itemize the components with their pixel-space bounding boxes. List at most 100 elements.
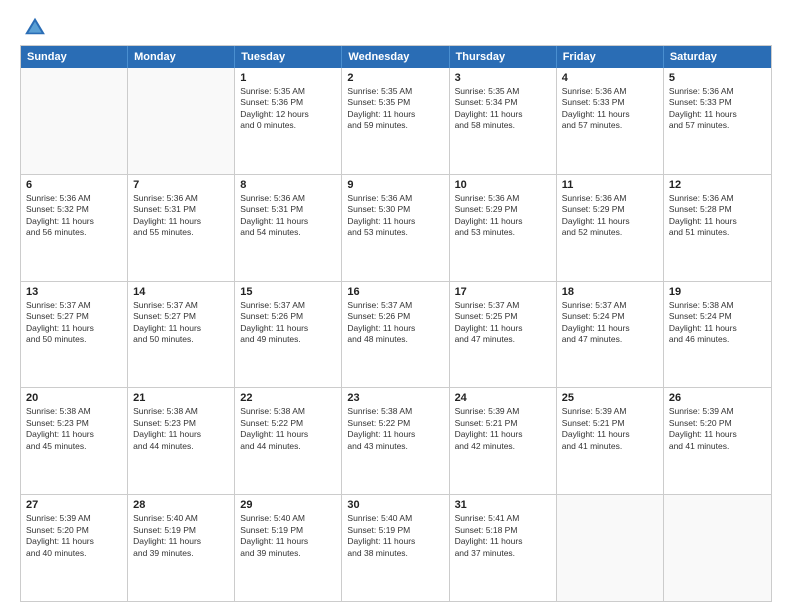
day-number: 28 xyxy=(133,499,229,511)
week-row-0: 1 Sunrise: 5:35 AM Sunset: 5:36 PM Daylig… xyxy=(21,68,771,174)
day-cell-26: 26Sunrise: 5:39 AM Sunset: 5:20 PM Dayli… xyxy=(664,388,771,494)
day-cell-12: 12Sunrise: 5:36 AM Sunset: 5:28 PM Dayli… xyxy=(664,175,771,281)
day-number: 27 xyxy=(26,499,122,511)
day-number: 3 xyxy=(455,72,551,84)
day-cell-23: 23Sunrise: 5:38 AM Sunset: 5:22 PM Dayli… xyxy=(342,388,449,494)
day-cell-5: 5 Sunrise: 5:36 AM Sunset: 5:33 PM Daylig… xyxy=(664,68,771,174)
day-number: 16 xyxy=(347,286,443,298)
week-row-3: 20 Sunrise: 5:38 AM Sunset: 5:23 PM Dayli… xyxy=(21,387,771,494)
day-cell-20: 20 Sunrise: 5:38 AM Sunset: 5:23 PM Dayli… xyxy=(21,388,128,494)
header-day-friday: Friday xyxy=(557,46,664,68)
page: SundayMondayTuesdayWednesdayThursdayFrid… xyxy=(0,0,792,612)
empty-cell xyxy=(664,495,771,601)
day-cell-19: 19Sunrise: 5:38 AM Sunset: 5:24 PM Dayli… xyxy=(664,282,771,388)
day-cell-22: 22Sunrise: 5:38 AM Sunset: 5:22 PM Dayli… xyxy=(235,388,342,494)
day-cell-2: 2Sunrise: 5:35 AM Sunset: 5:35 PM Daylig… xyxy=(342,68,449,174)
day-number: 30 xyxy=(347,499,443,511)
day-info: Sunrise: 5:37 AM Sunset: 5:26 PM Dayligh… xyxy=(347,300,443,346)
empty-cell xyxy=(128,68,235,174)
day-number: 13 xyxy=(26,286,122,298)
day-cell-14: 14 Sunrise: 5:37 AM Sunset: 5:27 PM Dayli… xyxy=(128,282,235,388)
day-cell-28: 28 Sunrise: 5:40 AM Sunset: 5:19 PM Dayli… xyxy=(128,495,235,601)
day-number: 26 xyxy=(669,392,766,404)
day-info: Sunrise: 5:39 AM Sunset: 5:20 PM Dayligh… xyxy=(26,513,122,559)
day-number: 1 xyxy=(240,72,336,84)
header xyxy=(20,15,772,37)
calendar-body: 1 Sunrise: 5:35 AM Sunset: 5:36 PM Daylig… xyxy=(21,68,771,601)
day-info: Sunrise: 5:35 AM Sunset: 5:36 PM Dayligh… xyxy=(240,86,336,132)
day-number: 18 xyxy=(562,286,658,298)
day-info: Sunrise: 5:37 AM Sunset: 5:24 PM Dayligh… xyxy=(562,300,658,346)
day-number: 14 xyxy=(133,286,229,298)
day-info: Sunrise: 5:40 AM Sunset: 5:19 PM Dayligh… xyxy=(133,513,229,559)
day-info: Sunrise: 5:39 AM Sunset: 5:21 PM Dayligh… xyxy=(455,406,551,452)
day-cell-3: 3 Sunrise: 5:35 AM Sunset: 5:34 PM Daylig… xyxy=(450,68,557,174)
day-number: 29 xyxy=(240,499,336,511)
day-number: 19 xyxy=(669,286,766,298)
day-cell-11: 11 Sunrise: 5:36 AM Sunset: 5:29 PM Dayli… xyxy=(557,175,664,281)
day-info: Sunrise: 5:36 AM Sunset: 5:33 PM Dayligh… xyxy=(562,86,658,132)
day-cell-30: 30 Sunrise: 5:40 AM Sunset: 5:19 PM Dayli… xyxy=(342,495,449,601)
day-info: Sunrise: 5:35 AM Sunset: 5:34 PM Dayligh… xyxy=(455,86,551,132)
day-cell-9: 9 Sunrise: 5:36 AM Sunset: 5:30 PM Daylig… xyxy=(342,175,449,281)
day-info: Sunrise: 5:36 AM Sunset: 5:31 PM Dayligh… xyxy=(240,193,336,239)
day-info: Sunrise: 5:37 AM Sunset: 5:26 PM Dayligh… xyxy=(240,300,336,346)
day-info: Sunrise: 5:40 AM Sunset: 5:19 PM Dayligh… xyxy=(347,513,443,559)
day-info: Sunrise: 5:37 AM Sunset: 5:27 PM Dayligh… xyxy=(133,300,229,346)
day-cell-10: 10Sunrise: 5:36 AM Sunset: 5:29 PM Dayli… xyxy=(450,175,557,281)
day-cell-15: 15 Sunrise: 5:37 AM Sunset: 5:26 PM Dayli… xyxy=(235,282,342,388)
day-cell-13: 13 Sunrise: 5:37 AM Sunset: 5:27 PM Dayli… xyxy=(21,282,128,388)
day-cell-29: 29 Sunrise: 5:40 AM Sunset: 5:19 PM Dayli… xyxy=(235,495,342,601)
day-number: 5 xyxy=(669,72,766,84)
day-info: Sunrise: 5:36 AM Sunset: 5:31 PM Dayligh… xyxy=(133,193,229,239)
day-cell-27: 27 Sunrise: 5:39 AM Sunset: 5:20 PM Dayli… xyxy=(21,495,128,601)
day-info: Sunrise: 5:35 AM Sunset: 5:35 PM Dayligh… xyxy=(347,86,443,132)
day-number: 11 xyxy=(562,179,658,191)
day-cell-18: 18 Sunrise: 5:37 AM Sunset: 5:24 PM Dayli… xyxy=(557,282,664,388)
day-info: Sunrise: 5:36 AM Sunset: 5:29 PM Dayligh… xyxy=(455,193,551,239)
day-number: 9 xyxy=(347,179,443,191)
day-number: 17 xyxy=(455,286,551,298)
day-cell-7: 7 Sunrise: 5:36 AM Sunset: 5:31 PM Daylig… xyxy=(128,175,235,281)
week-row-4: 27 Sunrise: 5:39 AM Sunset: 5:20 PM Dayli… xyxy=(21,494,771,601)
day-info: Sunrise: 5:36 AM Sunset: 5:30 PM Dayligh… xyxy=(347,193,443,239)
day-info: Sunrise: 5:36 AM Sunset: 5:29 PM Dayligh… xyxy=(562,193,658,239)
day-cell-25: 25Sunrise: 5:39 AM Sunset: 5:21 PM Dayli… xyxy=(557,388,664,494)
day-cell-4: 4 Sunrise: 5:36 AM Sunset: 5:33 PM Daylig… xyxy=(557,68,664,174)
day-number: 4 xyxy=(562,72,658,84)
day-number: 31 xyxy=(455,499,551,511)
day-info: Sunrise: 5:37 AM Sunset: 5:27 PM Dayligh… xyxy=(26,300,122,346)
day-cell-1: 1 Sunrise: 5:35 AM Sunset: 5:36 PM Daylig… xyxy=(235,68,342,174)
day-cell-8: 8 Sunrise: 5:36 AM Sunset: 5:31 PM Daylig… xyxy=(235,175,342,281)
header-day-tuesday: Tuesday xyxy=(235,46,342,68)
day-info: Sunrise: 5:39 AM Sunset: 5:21 PM Dayligh… xyxy=(562,406,658,452)
day-number: 6 xyxy=(26,179,122,191)
day-number: 7 xyxy=(133,179,229,191)
empty-cell xyxy=(557,495,664,601)
logo-icon xyxy=(24,15,46,37)
week-row-1: 6 Sunrise: 5:36 AM Sunset: 5:32 PM Daylig… xyxy=(21,174,771,281)
day-info: Sunrise: 5:36 AM Sunset: 5:33 PM Dayligh… xyxy=(669,86,766,132)
day-cell-31: 31 Sunrise: 5:41 AM Sunset: 5:18 PM Dayli… xyxy=(450,495,557,601)
day-cell-16: 16 Sunrise: 5:37 AM Sunset: 5:26 PM Dayli… xyxy=(342,282,449,388)
day-info: Sunrise: 5:41 AM Sunset: 5:18 PM Dayligh… xyxy=(455,513,551,559)
day-number: 15 xyxy=(240,286,336,298)
day-info: Sunrise: 5:40 AM Sunset: 5:19 PM Dayligh… xyxy=(240,513,336,559)
day-number: 24 xyxy=(455,392,551,404)
day-info: Sunrise: 5:37 AM Sunset: 5:25 PM Dayligh… xyxy=(455,300,551,346)
day-info: Sunrise: 5:38 AM Sunset: 5:22 PM Dayligh… xyxy=(240,406,336,452)
day-cell-21: 21Sunrise: 5:38 AM Sunset: 5:23 PM Dayli… xyxy=(128,388,235,494)
day-number: 8 xyxy=(240,179,336,191)
header-day-saturday: Saturday xyxy=(664,46,771,68)
day-info: Sunrise: 5:36 AM Sunset: 5:32 PM Dayligh… xyxy=(26,193,122,239)
day-info: Sunrise: 5:38 AM Sunset: 5:22 PM Dayligh… xyxy=(347,406,443,452)
calendar: SundayMondayTuesdayWednesdayThursdayFrid… xyxy=(20,45,772,602)
day-number: 20 xyxy=(26,392,122,404)
day-number: 21 xyxy=(133,392,229,404)
header-day-wednesday: Wednesday xyxy=(342,46,449,68)
day-cell-17: 17 Sunrise: 5:37 AM Sunset: 5:25 PM Dayli… xyxy=(450,282,557,388)
day-info: Sunrise: 5:38 AM Sunset: 5:23 PM Dayligh… xyxy=(26,406,122,452)
day-cell-6: 6 Sunrise: 5:36 AM Sunset: 5:32 PM Daylig… xyxy=(21,175,128,281)
day-cell-24: 24 Sunrise: 5:39 AM Sunset: 5:21 PM Dayli… xyxy=(450,388,557,494)
day-number: 12 xyxy=(669,179,766,191)
